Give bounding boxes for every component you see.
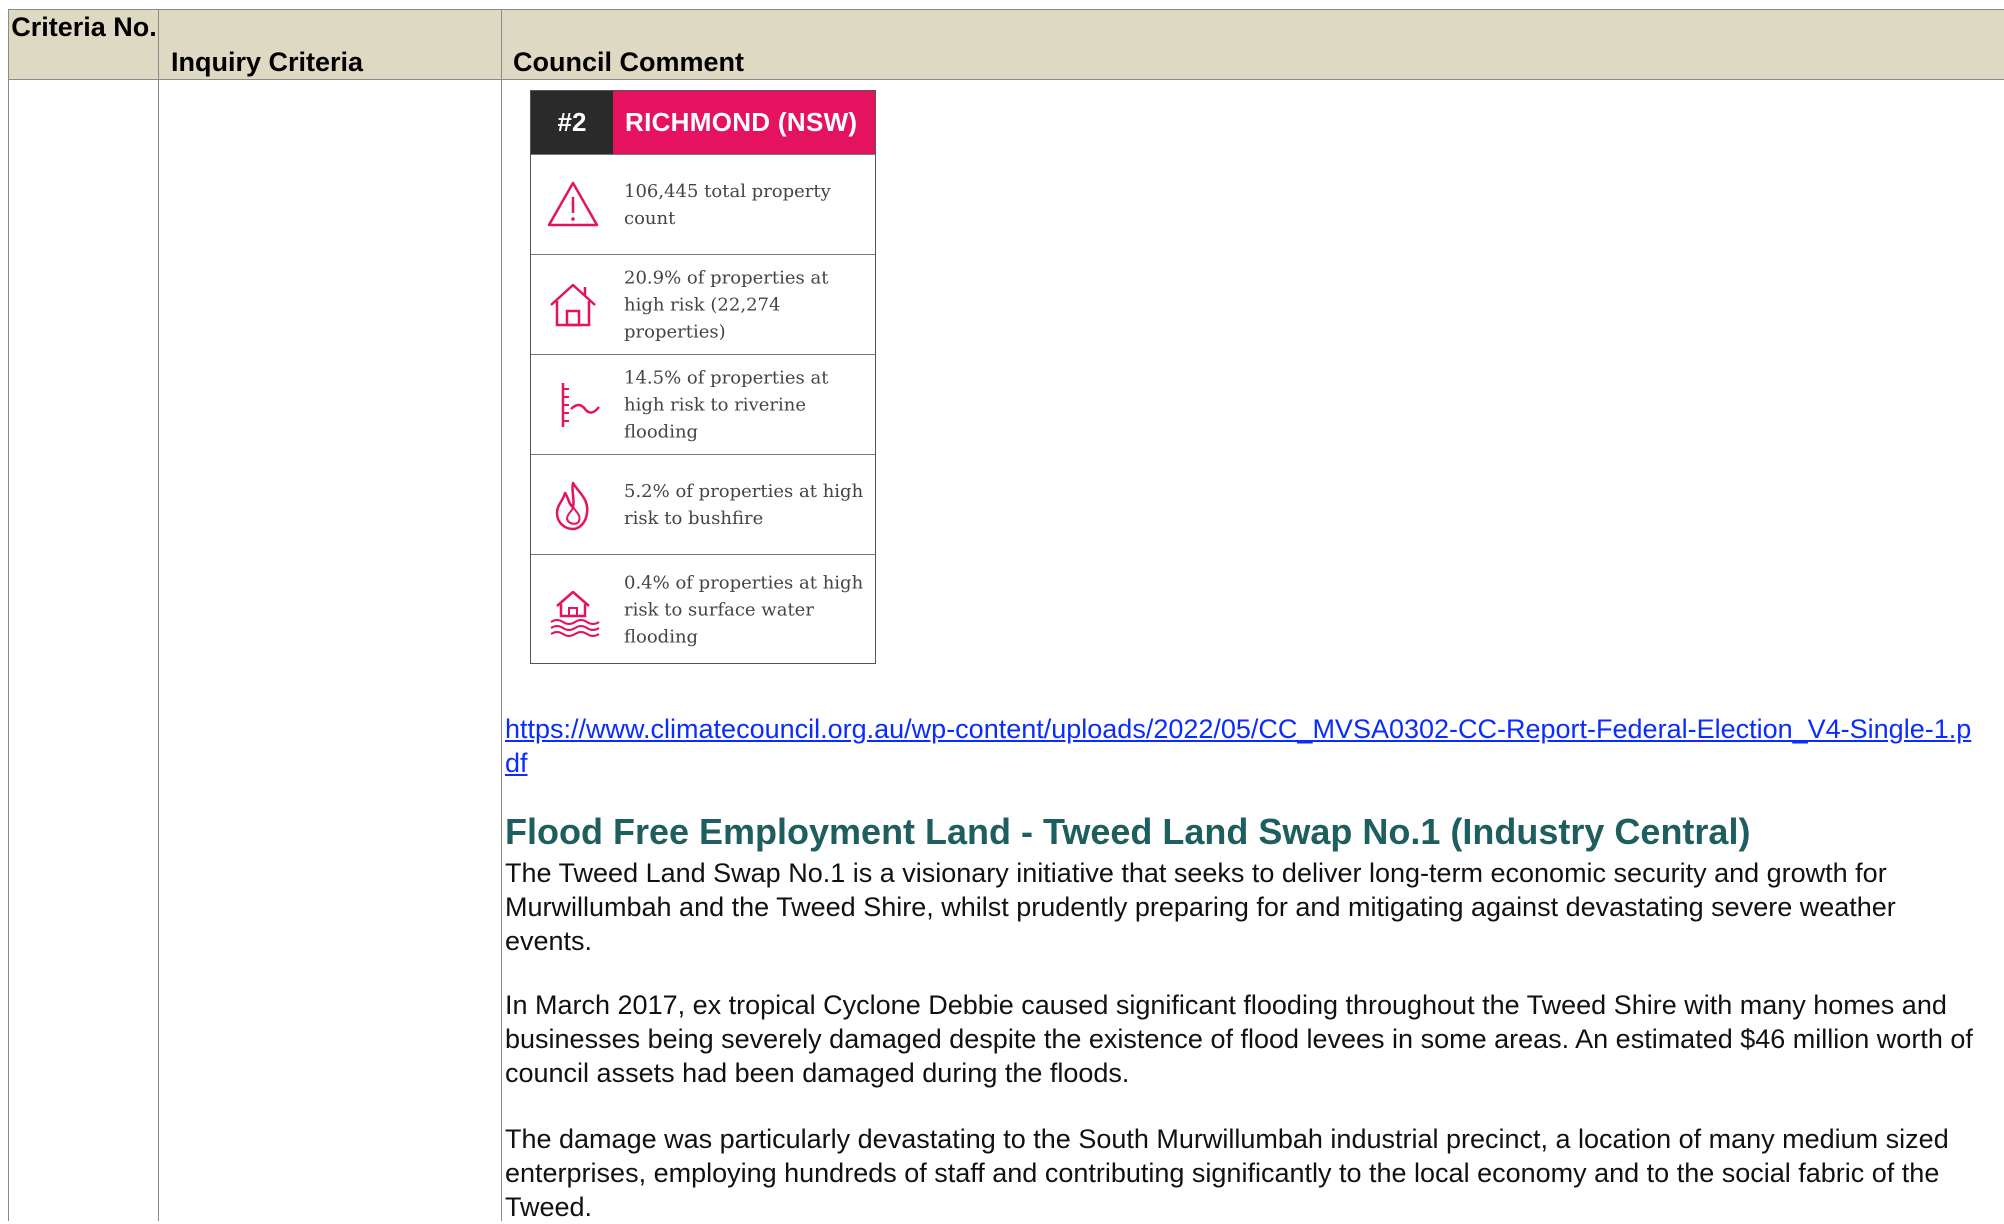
section-heading: Flood Free Employment Land - Tweed Land …: [505, 811, 1751, 852]
warning-triangle-icon: [547, 181, 599, 226]
stat-text: 14.5% of properties at high risk to rive…: [624, 367, 829, 442]
paragraph: In March 2017, ex tropical Cyclone Debbi…: [505, 990, 1973, 1088]
header-inquiry-criteria: Inquiry Criteria: [171, 47, 364, 77]
paragraph: The Tweed Land Swap No.1 is a visionary …: [505, 858, 1896, 956]
bushfire-flame-icon: [555, 481, 589, 530]
stat-row-bushfire: 5.2% of properties at high risk to bushf…: [531, 454, 875, 554]
stat-row-high-risk: 20.9% of properties at high risk (22,274…: [531, 254, 875, 354]
climate-council-report-link[interactable]: https://www.climatecouncil.org.au/wp-con…: [505, 712, 1985, 780]
stat-row-surface-water: 0.4% of properties at high risk to surfa…: [531, 554, 875, 664]
infographic-title: RICHMOND (NSW): [613, 91, 875, 154]
stat-text: 5.2% of properties at high risk to bushf…: [624, 480, 864, 529]
riverine-flood-gauge-icon: [561, 382, 600, 427]
richmond-risk-infographic: #2 RICHMOND (NSW) 106,445 total property…: [530, 90, 876, 664]
header-criteria-no: Criteria No.: [11, 12, 157, 42]
header-council-comment: Council Comment: [513, 47, 745, 77]
house-icon: [550, 283, 596, 326]
stat-row-total-properties: 106,445 total property count: [531, 154, 875, 254]
infographic-rank: #2: [531, 91, 613, 154]
paragraph: The damage was particularly devastating …: [505, 1124, 1949, 1222]
surface-water-flood-house-icon: [550, 590, 600, 637]
column-divider: [158, 9, 159, 1221]
stat-text: 106,445 total property count: [624, 180, 831, 229]
infographic-header: #2 RICHMOND (NSW): [531, 91, 875, 154]
stat-row-riverine-flooding: 14.5% of properties at high risk to rive…: [531, 354, 875, 454]
column-divider: [8, 9, 9, 1221]
stat-text: 20.9% of properties at high risk (22,274…: [624, 267, 829, 342]
stat-text: 0.4% of properties at high risk to surfa…: [624, 572, 864, 647]
column-divider: [501, 9, 502, 1221]
